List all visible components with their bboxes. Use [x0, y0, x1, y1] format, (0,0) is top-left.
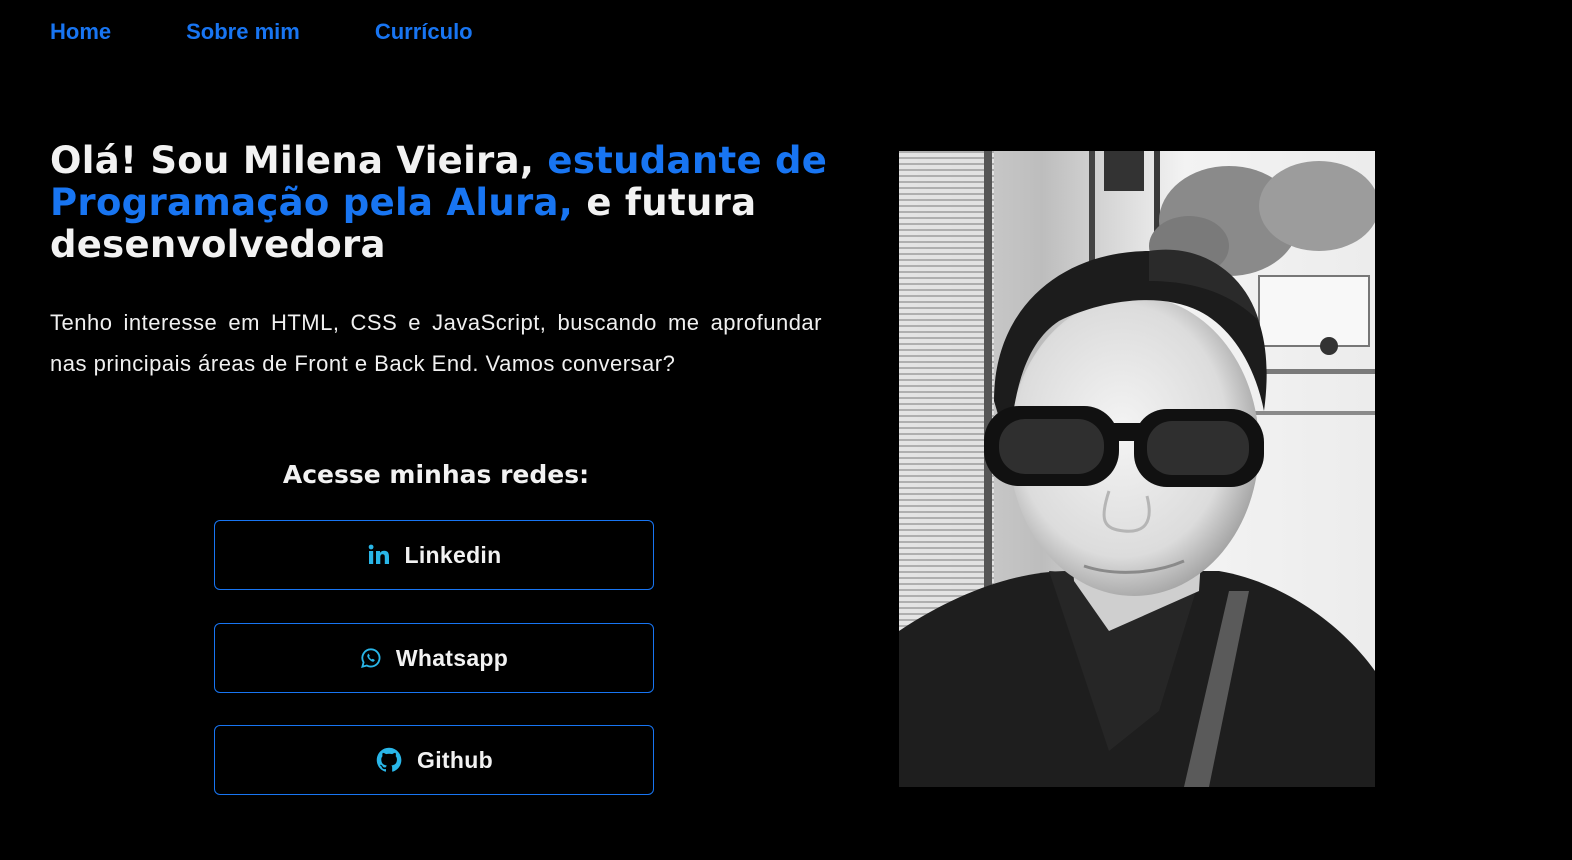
nav-link-home[interactable]: Home	[50, 16, 111, 48]
social-section-title: Acesse minhas redes:	[282, 460, 590, 489]
hero-intro-paragraph: Tenho interesse em HTML, CSS e JavaScrip…	[50, 310, 822, 376]
nav-link-curriculo[interactable]: Currículo	[375, 16, 473, 48]
github-icon	[375, 746, 403, 774]
whatsapp-button-label: Whatsapp	[395, 644, 509, 671]
github-button[interactable]: Github	[214, 725, 654, 795]
linkedin-icon	[367, 543, 391, 567]
hero-headline: Olá! Sou Milena Vieira, estudante de Pro…	[50, 140, 830, 266]
whatsapp-icon	[360, 647, 382, 669]
github-button-label: Github	[417, 746, 493, 773]
profile-photo	[899, 151, 1375, 787]
top-navigation: Home Sobre mim Currículo	[50, 16, 548, 48]
portfolio-page: Home Sobre mim Currículo Olá! Sou Milena…	[0, 0, 1572, 860]
whatsapp-button[interactable]: Whatsapp	[214, 623, 654, 693]
linkedin-button[interactable]: Linkedin	[214, 520, 654, 590]
headline-intro-text: Olá! Sou Milena Vieira,	[50, 139, 548, 182]
nav-link-sobre-mim[interactable]: Sobre mim	[186, 16, 300, 48]
linkedin-button-label: Linkedin	[404, 541, 502, 568]
